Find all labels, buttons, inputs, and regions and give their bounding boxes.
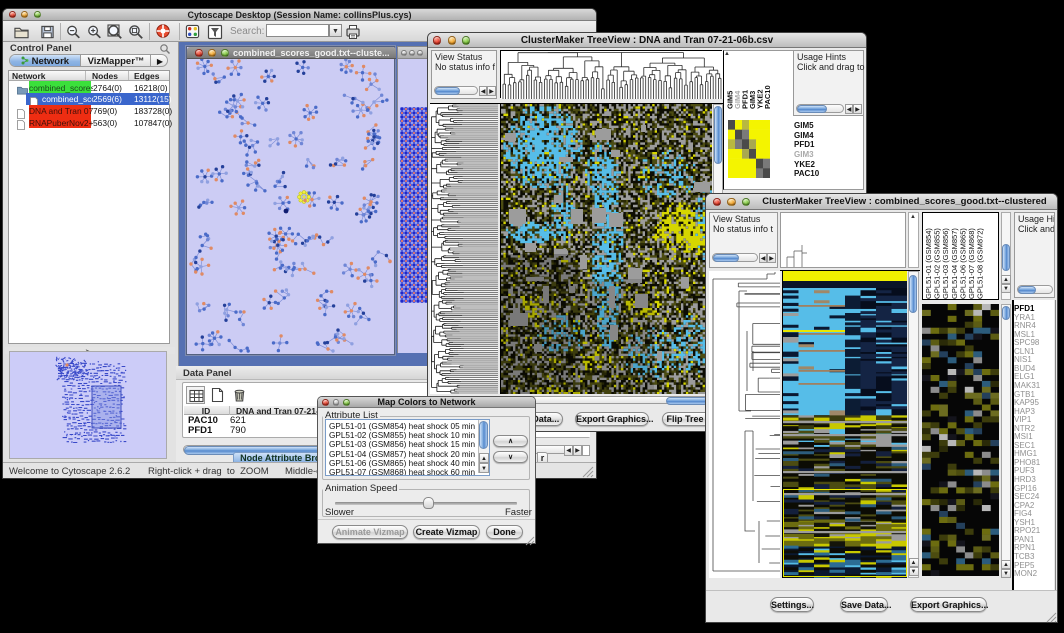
svg-text:PAC10: PAC10 [763, 85, 772, 109]
svg-text:GPL51-08 (GSM872): GPL51-08 (GSM872) [976, 228, 985, 299]
